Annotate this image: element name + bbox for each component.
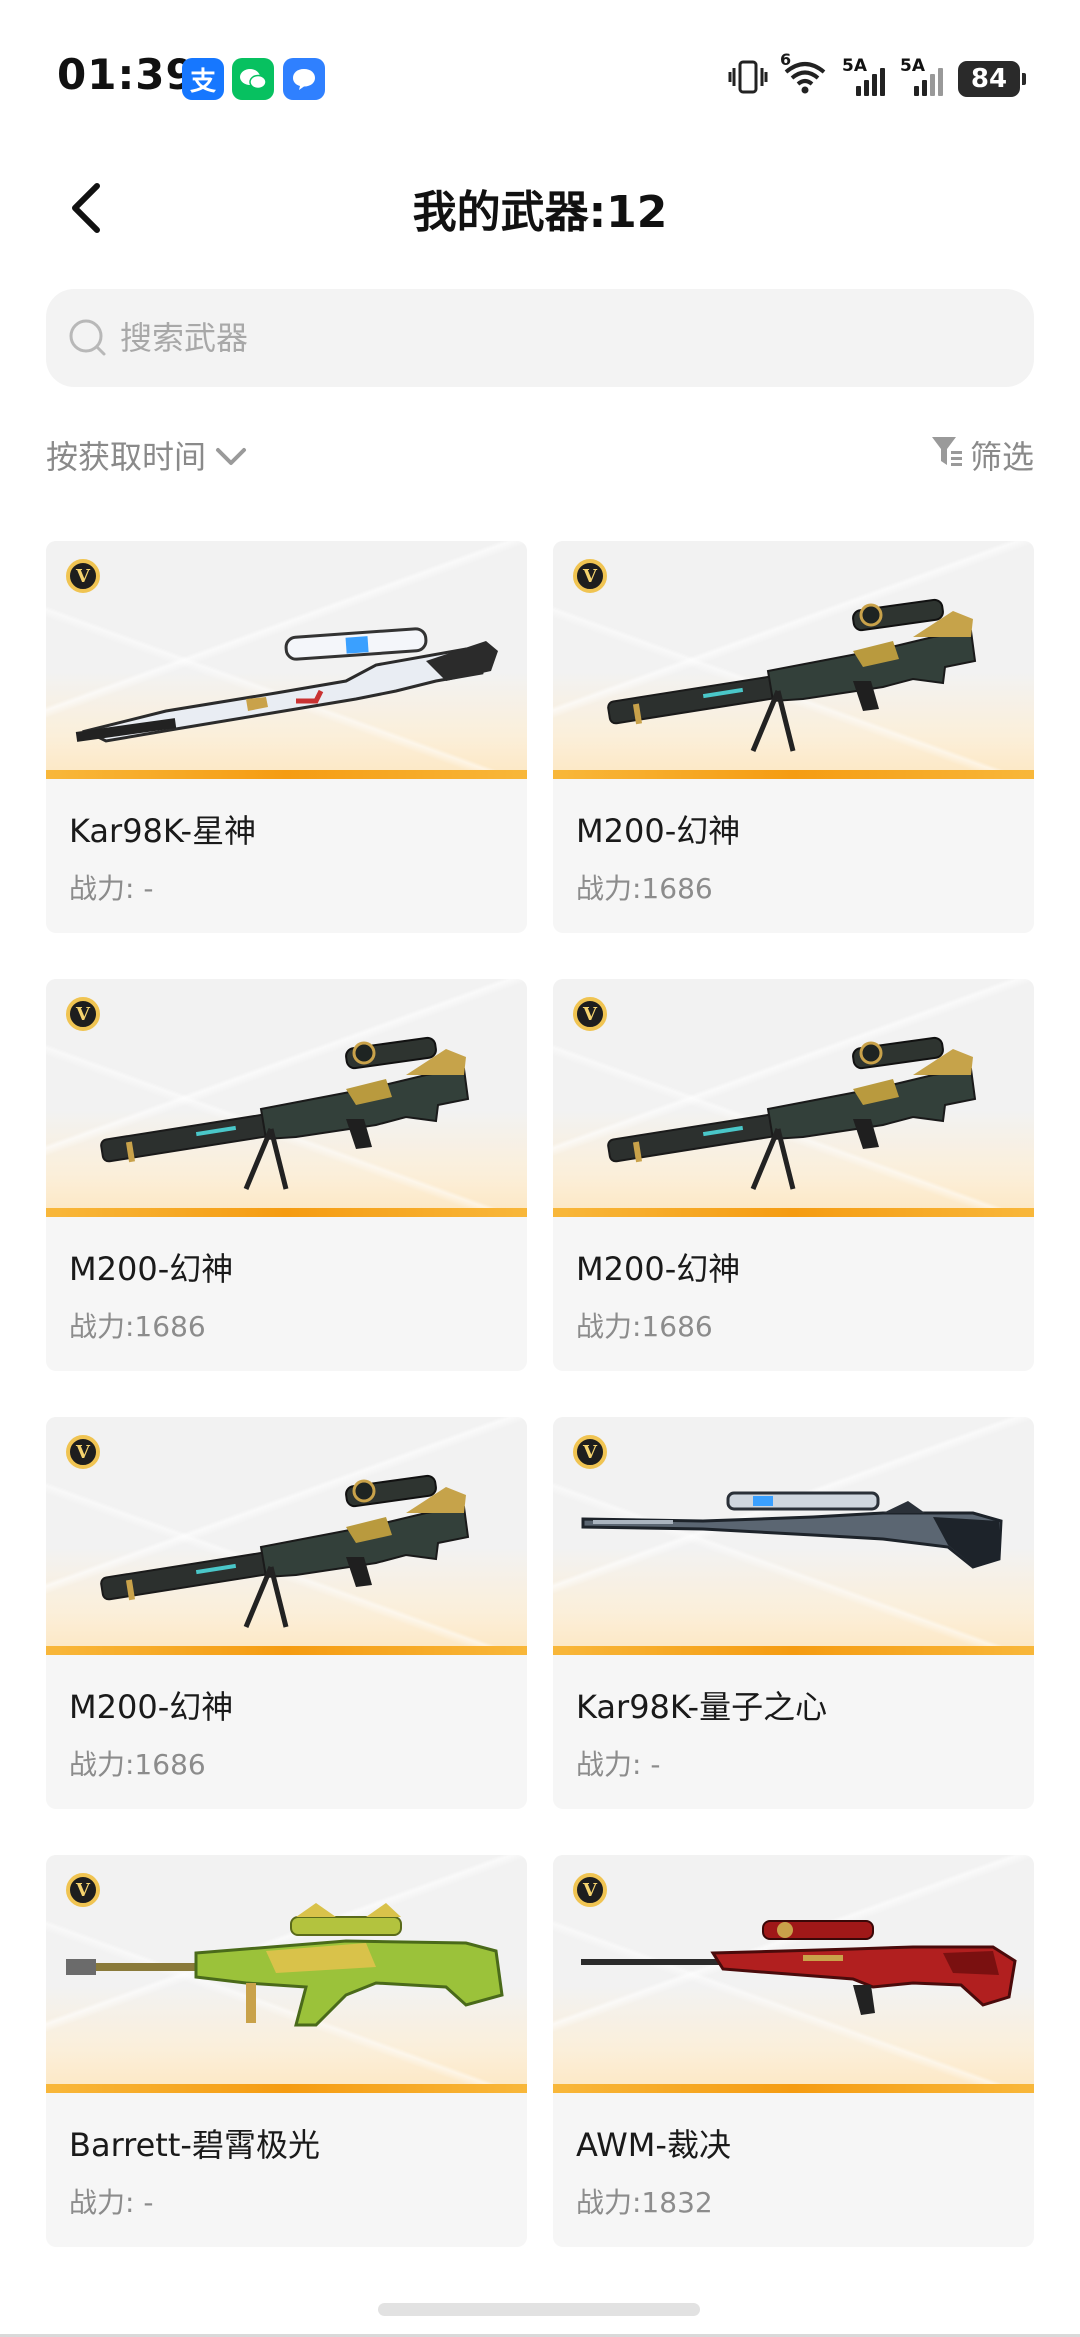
weapon-image: V (46, 979, 527, 1217)
signal-1-tag: 5A (842, 56, 867, 76)
weapon-grid: V Kar98K-星神 战力: - V M200-幻神 战力:1686 V M2… (46, 541, 1034, 2247)
weapon-image: V (553, 979, 1034, 1217)
weapon-name: M200-幻神 (576, 812, 741, 850)
weapon-card[interactable]: V AWM-裁决 战力:1832 (553, 1855, 1034, 2247)
home-indicator[interactable] (378, 2303, 700, 2316)
weapon-power: 战力:1686 (69, 1310, 206, 1343)
grade-badge-icon: V (573, 559, 607, 593)
weapon-power: 战力:1686 (69, 1748, 206, 1781)
weapon-icon (607, 1036, 977, 1190)
filter-icon (930, 434, 964, 476)
weapon-card[interactable]: V Barrett-碧霄极光 战力: - (46, 1855, 527, 2247)
wifi-icon: 6 (780, 50, 828, 98)
weapon-icon (66, 1903, 504, 2027)
weapon-card[interactable]: V M200-幻神 战力:1686 (553, 541, 1034, 933)
grade-badge-icon: V (66, 997, 100, 1031)
battery-icon: 84 (958, 61, 1026, 97)
grade-badge-icon: V (573, 1873, 607, 1907)
weapon-icon (581, 1491, 1003, 1569)
weapon-power: 战力:1832 (576, 2186, 713, 2219)
weapon-icon (607, 598, 977, 752)
wifi-tag: 6 (780, 50, 792, 69)
page-title: 我的武器:12 (412, 187, 668, 238)
grade-badge-icon: V (573, 1435, 607, 1469)
status-bar: 01:39 支 6 5A 5A 84 (0, 0, 1080, 120)
weapon-power: 战力: - (576, 1748, 661, 1781)
weapon-icon (581, 1920, 1017, 2015)
weapon-name: Kar98K-星神 (69, 812, 257, 850)
alipay-icon: 支 (182, 58, 224, 100)
search-bar[interactable] (46, 289, 1034, 387)
weapon-image: V (46, 541, 527, 779)
weapon-image: V (553, 1417, 1034, 1655)
filter-label: 筛选 (969, 438, 1034, 476)
weapon-name: Barrett-碧霄极光 (69, 2126, 320, 2164)
message-icon (283, 58, 325, 100)
grade-badge-icon: V (66, 1435, 100, 1469)
weapon-power: 战力: - (69, 2186, 154, 2219)
weapon-icon (100, 1474, 470, 1628)
signal-2-tag: 5A (900, 56, 925, 76)
weapon-power: 战力:1686 (576, 872, 713, 905)
weapon-power: 战力: - (69, 872, 154, 905)
weapon-card[interactable]: V Kar98K-量子之心 战力: - (553, 1417, 1034, 1809)
sort-dropdown[interactable]: 按获取时间 (46, 432, 248, 478)
wechat-icon (232, 58, 274, 100)
cellular-signal-1-icon: 5A (842, 56, 886, 96)
weapon-name: AWM-裁决 (576, 2126, 731, 2164)
weapon-card[interactable]: V M200-幻神 战力:1686 (553, 979, 1034, 1371)
grade-badge-icon: V (66, 1873, 100, 1907)
weapon-name: M200-幻神 (576, 1250, 741, 1288)
filter-button[interactable]: 筛选 (930, 432, 1034, 478)
vibrate-icon (728, 60, 768, 98)
weapon-name: M200-幻神 (69, 1250, 234, 1288)
chevron-down-icon (214, 438, 248, 476)
cellular-signal-2-icon: 5A (900, 56, 944, 96)
search-input[interactable] (118, 318, 1002, 358)
weapon-icon (75, 627, 498, 743)
weapon-image: V (553, 1855, 1034, 2093)
sort-label: 按获取时间 (46, 438, 207, 476)
grade-badge-icon: V (66, 559, 100, 593)
weapon-image: V (553, 541, 1034, 779)
weapon-icon (100, 1036, 470, 1190)
weapon-name: M200-幻神 (69, 1688, 234, 1726)
search-icon (68, 318, 108, 358)
weapon-card[interactable]: V Kar98K-星神 战力: - (46, 541, 527, 933)
weapon-power: 战力:1686 (576, 1310, 713, 1343)
weapon-image: V (46, 1855, 527, 2093)
status-time: 01:39 (57, 50, 196, 99)
weapon-name: Kar98K-量子之心 (576, 1688, 828, 1726)
weapon-image: V (46, 1417, 527, 1655)
status-indicators: 6 5A 5A 84 (728, 50, 1026, 102)
weapon-card[interactable]: V M200-幻神 战力:1686 (46, 979, 527, 1371)
weapon-card[interactable]: V M200-幻神 战力:1686 (46, 1417, 527, 1809)
grade-badge-icon: V (573, 997, 607, 1031)
